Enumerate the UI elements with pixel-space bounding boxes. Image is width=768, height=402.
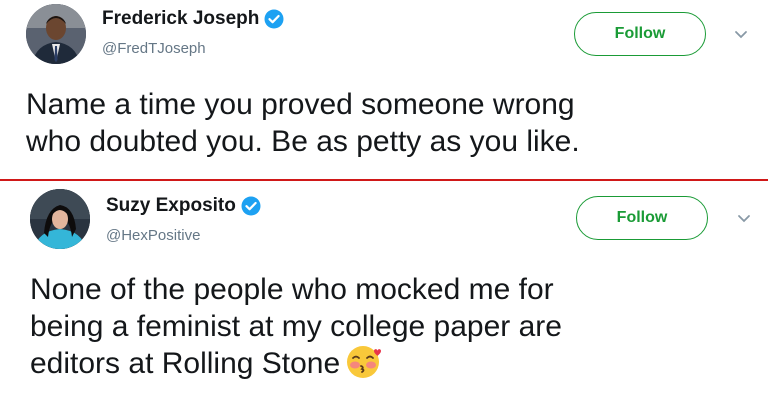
tweet-text: Name a time you proved someone wrong who… <box>26 86 580 160</box>
chevron-down-icon[interactable] <box>737 214 751 224</box>
tweet-text: None of the people who mocked me for bei… <box>30 271 562 382</box>
tweet-text-line-last: editors at Rolling Stone <box>30 345 562 382</box>
kissing-face-with-closed-eyes-icon <box>346 345 382 379</box>
follow-button[interactable]: Follow <box>574 12 706 56</box>
chevron-down-icon[interactable] <box>734 30 748 40</box>
tweet-text-line: who doubted you. Be as petty as you like… <box>26 125 580 158</box>
user-handle[interactable]: @HexPositive <box>106 227 200 244</box>
follow-button[interactable]: Follow <box>576 196 708 240</box>
verified-badge-icon <box>241 196 261 216</box>
display-name[interactable]: Suzy Exposito <box>106 195 236 217</box>
name-row: Suzy Exposito <box>106 195 261 217</box>
tweet-text-line: editors at Rolling Stone <box>30 347 341 380</box>
verified-badge-icon <box>264 9 284 29</box>
tweet-card: Frederick Joseph @FredTJoseph Follow Nam… <box>0 0 768 179</box>
tweet-card: Suzy Exposito @HexPositive Follow None o… <box>0 181 768 402</box>
name-row: Frederick Joseph <box>102 8 284 30</box>
user-handle[interactable]: @FredTJoseph <box>102 40 206 57</box>
tweet-text-line: being a feminist at my college paper are <box>30 310 562 343</box>
tweet-text-line: None of the people who mocked me for <box>30 273 554 306</box>
avatar[interactable] <box>26 4 86 64</box>
display-name[interactable]: Frederick Joseph <box>102 8 259 30</box>
tweet-text-line: Name a time you proved someone wrong <box>26 88 575 121</box>
avatar[interactable] <box>30 189 90 249</box>
